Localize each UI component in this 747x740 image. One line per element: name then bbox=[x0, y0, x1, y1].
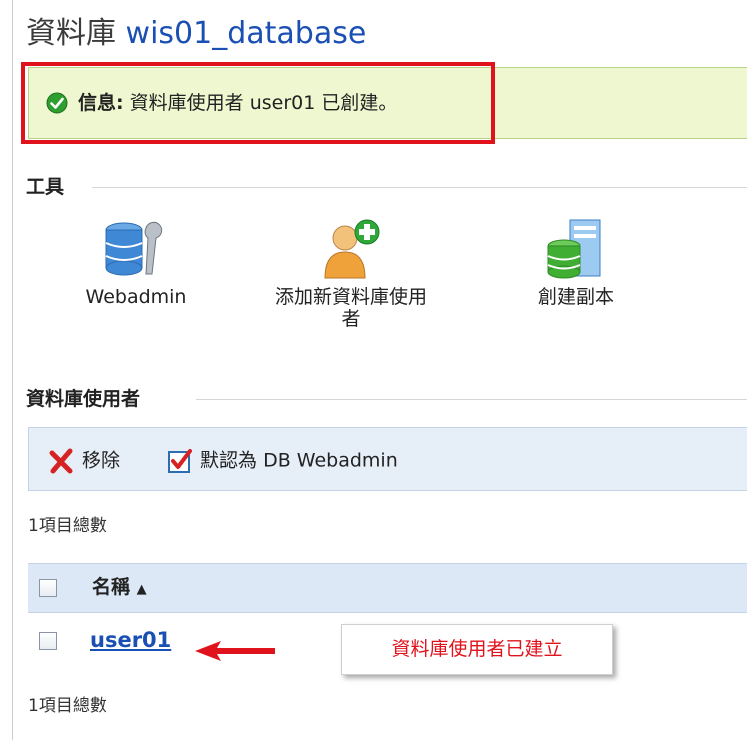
set-default-webadmin-button[interactable]: 默認為 DB Webadmin bbox=[166, 447, 398, 475]
users-divider bbox=[196, 399, 747, 400]
row-checkbox[interactable] bbox=[39, 632, 57, 650]
database-name: wis01_database bbox=[125, 16, 367, 51]
database-server-icon bbox=[547, 219, 601, 279]
red-arrow-icon bbox=[195, 641, 275, 661]
checkbox-checked-icon bbox=[168, 449, 192, 473]
remove-button-label: 移除 bbox=[82, 449, 121, 472]
select-all-checkbox[interactable] bbox=[39, 579, 57, 597]
annotation-callout: 資料庫使用者已建立 bbox=[341, 624, 613, 675]
page-title: 資料庫 wis01_database bbox=[26, 14, 366, 54]
set-default-webadmin-label: 默認為 DB Webadmin bbox=[200, 449, 398, 472]
add-user-icon bbox=[324, 219, 380, 279]
tool-create-replica-label: 創建副本 bbox=[537, 286, 614, 308]
user-link[interactable]: user01 bbox=[90, 626, 171, 654]
total-count-bottom: 1項目總數 bbox=[28, 696, 107, 716]
info-label: 信息: bbox=[78, 92, 124, 114]
red-x-icon bbox=[49, 448, 73, 474]
remove-button[interactable]: 移除 bbox=[48, 447, 120, 475]
database-wrench-icon bbox=[105, 221, 163, 276]
info-message: 信息: 資料庫使用者 user01 已創建。 bbox=[78, 90, 397, 116]
tools-heading: 工具 bbox=[26, 176, 65, 198]
users-heading: 資料庫使用者 bbox=[26, 388, 141, 410]
tool-webadmin-label: Webadmin bbox=[85, 286, 187, 308]
frame-border bbox=[12, 0, 13, 740]
tool-add-user-label-line1: 添加新資料庫使用 bbox=[274, 286, 427, 308]
info-message-text: 資料庫使用者 user01 已創建。 bbox=[129, 92, 398, 114]
page-title-prefix: 資料庫 bbox=[26, 16, 116, 51]
tool-add-user[interactable]: 添加新資料庫使用 者 bbox=[246, 218, 456, 330]
sort-ascending-icon: ▲ bbox=[136, 582, 147, 597]
column-header-name-label: 名稱 bbox=[92, 576, 131, 598]
check-circle-icon bbox=[46, 92, 68, 114]
tool-add-user-label-line2: 者 bbox=[341, 308, 361, 330]
tools-divider bbox=[92, 187, 747, 188]
tool-create-replica[interactable]: 創建副本 bbox=[506, 218, 646, 308]
total-count-top: 1項目總數 bbox=[28, 516, 107, 536]
column-header-name[interactable]: 名稱 ▲ bbox=[92, 573, 147, 604]
tool-webadmin[interactable]: Webadmin bbox=[66, 218, 206, 308]
